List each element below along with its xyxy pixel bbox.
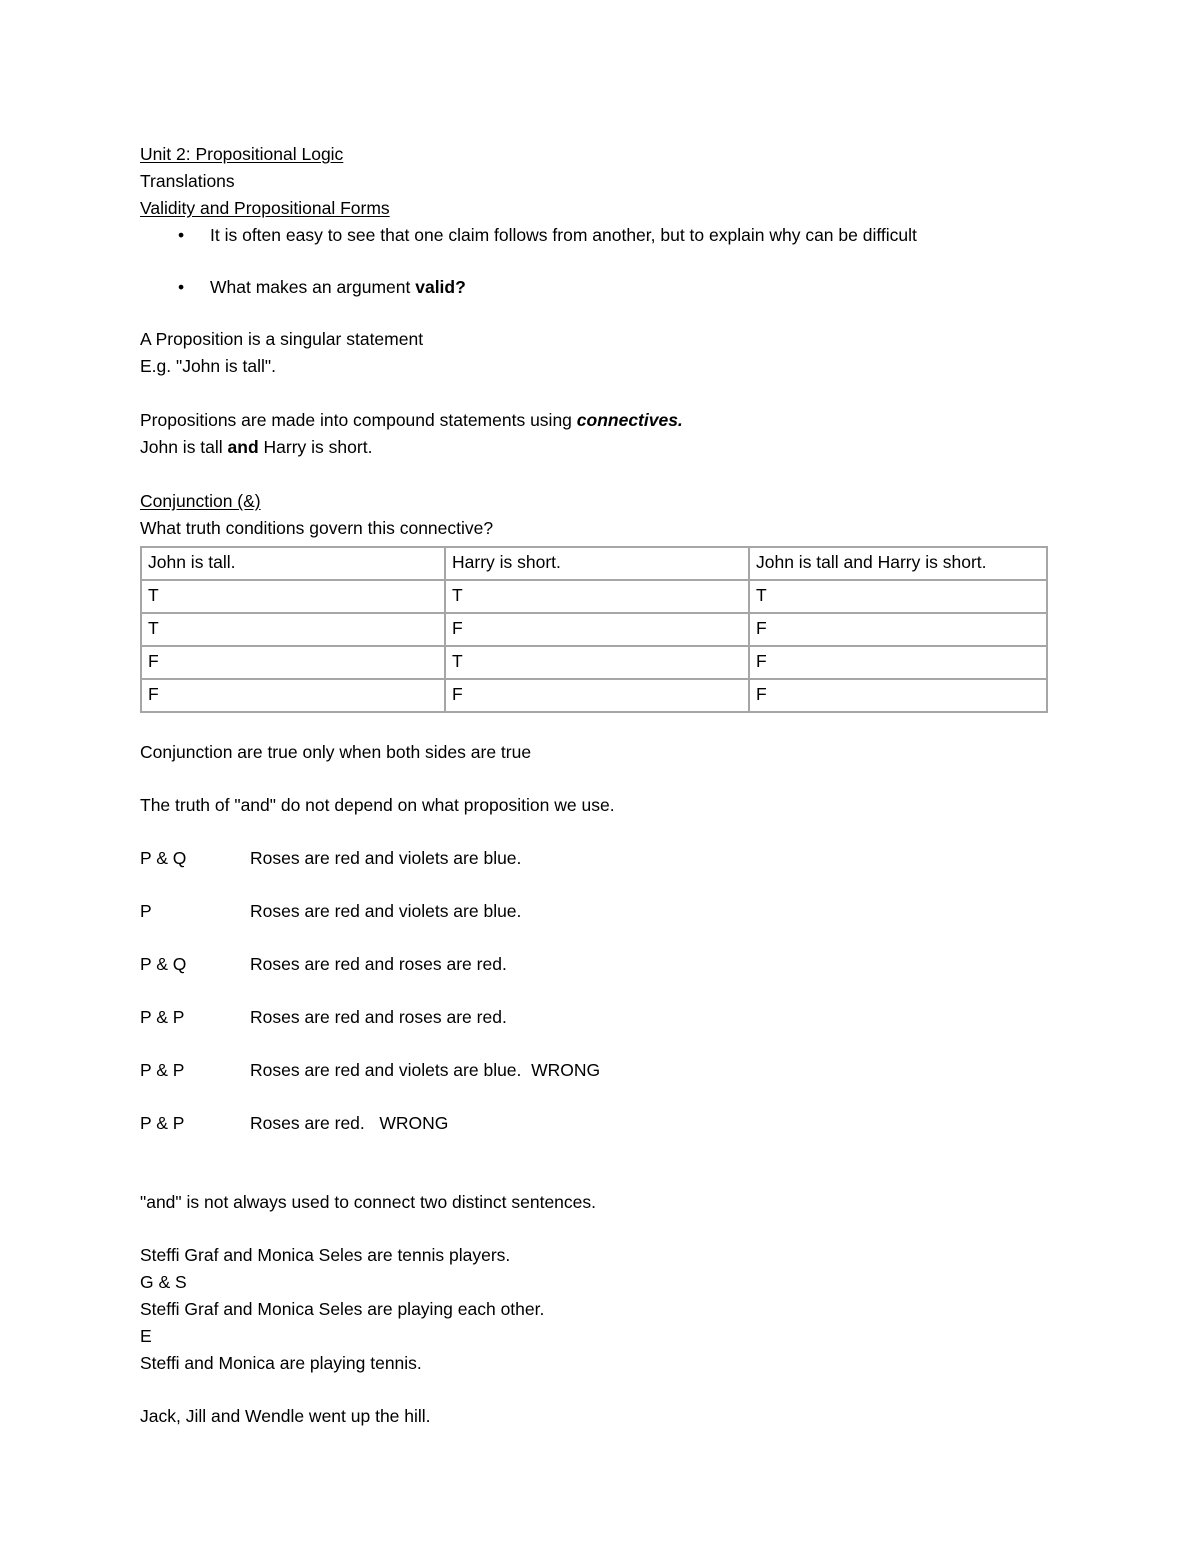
hill-example-line: Jack, Jill and Wendle went up the hill. xyxy=(140,1406,431,1426)
example-code: P & Q xyxy=(140,848,187,868)
table-cell: F xyxy=(749,646,1047,679)
list-item-text-emphasis: valid? xyxy=(415,277,466,297)
connectives-definition-line: Propositions are made into compound stat… xyxy=(140,407,1060,434)
document-title-text: Unit 2: Propositional Logic xyxy=(140,144,344,164)
conjunction-note-truth: Conjunction are true only when both side… xyxy=(140,742,532,762)
validity-bullet-list: • It is often easy to see that one claim … xyxy=(140,222,1060,301)
list-item: P & P Roses are red and violets are blue.… xyxy=(140,1057,1060,1084)
proposition-example-line: E.g. "John is tall". xyxy=(140,356,276,376)
bullet-icon: • xyxy=(178,225,185,245)
section-heading-validity-text: Validity and Propositional Forms xyxy=(140,198,390,218)
and-usage-note: "and" is not always used to connect two … xyxy=(140,1192,597,1212)
table-row: F F F xyxy=(141,679,1047,712)
list-item: • What makes an argument valid? xyxy=(140,274,1060,301)
example-code: P & P xyxy=(140,1007,185,1027)
bullet-icon: • xyxy=(178,277,185,297)
tennis-line: E xyxy=(140,1326,152,1346)
table-row-header: John is tall. Harry is short. John is ta… xyxy=(141,547,1047,580)
table-cell: T xyxy=(445,580,749,613)
list-item: P & Q Roses are red and roses are red. xyxy=(140,951,1060,978)
table-row: F T F xyxy=(141,646,1047,679)
document-subtitle: Translations xyxy=(140,171,235,191)
document-title: Unit 2: Propositional Logic xyxy=(140,141,1060,168)
connectives-example-line: John is tall and Harry is short. xyxy=(140,434,1060,461)
example-list: P & Q Roses are red and violets are blue.… xyxy=(140,845,1060,1137)
list-item: P & P Roses are red and roses are red. xyxy=(140,1004,1060,1031)
table-cell: T xyxy=(141,613,445,646)
table-header-cell: John is tall. xyxy=(141,547,445,580)
connectives-example-before: John is tall xyxy=(140,437,228,457)
section-heading-validity: Validity and Propositional Forms xyxy=(140,195,1060,222)
table-cell: F xyxy=(141,679,445,712)
example-text: Roses are red and violets are blue. xyxy=(250,848,522,868)
list-item: P Roses are red and violets are blue. xyxy=(140,898,1060,925)
conjunction-question: What truth conditions govern this connec… xyxy=(140,518,494,538)
table-header-cell: Harry is short. xyxy=(445,547,749,580)
example-code: P xyxy=(140,901,152,921)
example-text: Roses are red. WRONG xyxy=(250,1113,449,1133)
table-cell: F xyxy=(749,613,1047,646)
tennis-line: Steffi and Monica are playing tennis. xyxy=(140,1353,422,1373)
table-cell: F xyxy=(141,646,445,679)
connectives-example-and: and xyxy=(227,437,259,457)
list-item: P & Q Roses are red and violets are blue. xyxy=(140,845,1060,872)
example-text: Roses are red and violets are blue. xyxy=(250,901,522,921)
table-cell: T xyxy=(445,646,749,679)
connectives-term: connectives. xyxy=(576,410,683,430)
connectives-block: Propositions are made into compound stat… xyxy=(140,407,1060,461)
document-body: Unit 2: Propositional Logic Translations… xyxy=(140,141,1060,1430)
proposition-definition-line: A Proposition is a singular statement xyxy=(140,329,424,349)
document-page: Unit 2: Propositional Logic Translations… xyxy=(0,0,1200,1553)
truth-table: John is tall. Harry is short. John is ta… xyxy=(140,546,1048,713)
table-cell: T xyxy=(749,580,1047,613)
table-cell: F xyxy=(445,679,749,712)
example-text: Roses are red and roses are red. xyxy=(250,954,507,974)
tennis-line: Steffi Graf and Monica Seles are tennis … xyxy=(140,1245,511,1265)
table-cell: T xyxy=(141,580,445,613)
list-item: • It is often easy to see that one claim … xyxy=(140,222,1060,249)
table-row: T T T xyxy=(141,580,1047,613)
conjunction-note-independence: The truth of "and" do not depend on what… xyxy=(140,795,615,815)
tennis-line: G & S xyxy=(140,1272,187,1292)
list-item: P & P Roses are red. WRONG xyxy=(140,1110,1060,1137)
connectives-text-before: Propositions are made into compound stat… xyxy=(140,410,577,430)
proposition-definition-block: A Proposition is a singular statement E.… xyxy=(140,326,1060,380)
example-text: Roses are red and roses are red. xyxy=(250,1007,507,1027)
list-item-text: It is often easy to see that one claim f… xyxy=(210,225,917,245)
table-header-cell: John is tall and Harry is short. xyxy=(749,547,1047,580)
table-row: T F F xyxy=(141,613,1047,646)
section-heading-conjunction-text: Conjunction (&) xyxy=(140,491,261,511)
example-text: Roses are red and violets are blue. WRON… xyxy=(250,1060,601,1080)
section-heading-conjunction: Conjunction (&) xyxy=(140,488,1060,515)
tennis-line: Steffi Graf and Monica Seles are playing… xyxy=(140,1299,545,1319)
tennis-example-block: Steffi Graf and Monica Seles are tennis … xyxy=(140,1242,1060,1377)
example-code: P & Q xyxy=(140,954,187,974)
table-cell: F xyxy=(749,679,1047,712)
table-cell: F xyxy=(445,613,749,646)
connectives-example-after: Harry is short. xyxy=(258,437,373,457)
example-code: P & P xyxy=(140,1113,185,1133)
example-code: P & P xyxy=(140,1060,185,1080)
list-item-text-before: What makes an argument xyxy=(210,277,416,297)
